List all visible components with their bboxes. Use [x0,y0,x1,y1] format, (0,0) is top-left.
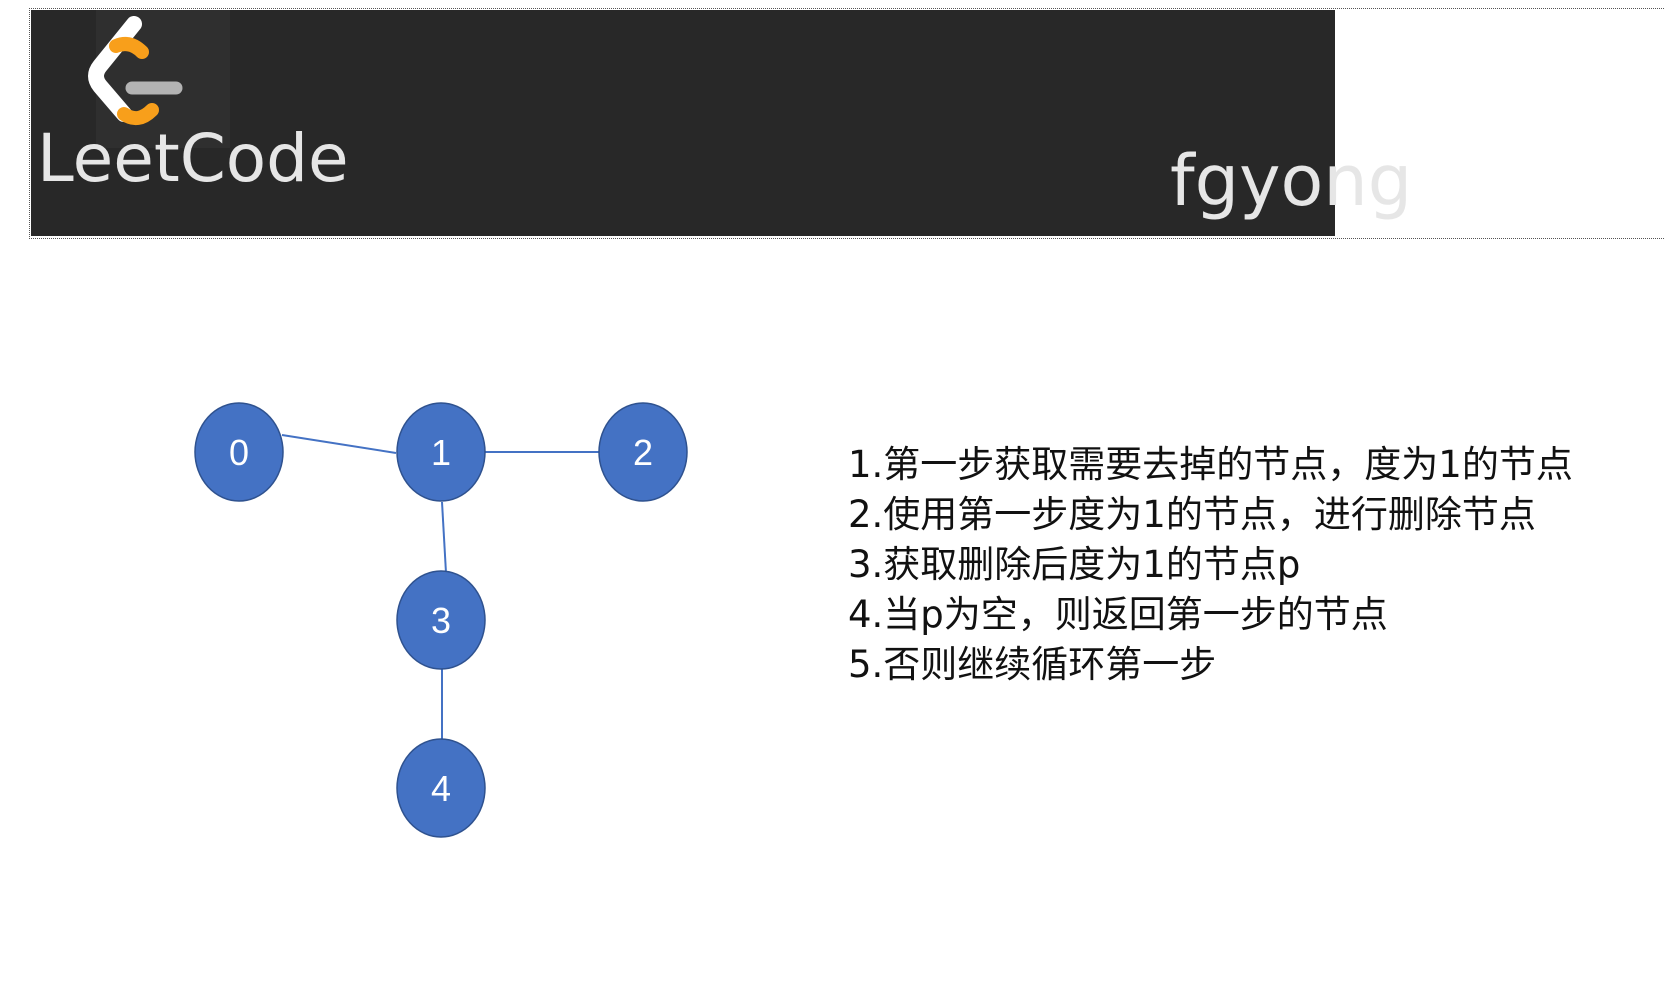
step-item: 5.否则继续循环第一步 [848,643,1217,686]
node-label: 0 [229,432,249,473]
graph-node-0: 0 [194,402,284,502]
step-item: 2.使用第一步度为1的节点，进行删除节点 [848,493,1536,536]
edge-1-3 [441,501,447,574]
node-label: 2 [633,432,653,473]
graph-node-1: 1 [396,402,486,502]
step-item: 3.获取删除后度为1的节点p [848,543,1301,586]
algorithm-steps: 1.第一步获取需要去掉的节点，度为1的节点 2.使用第一步度为1的节点，进行删除… [848,440,1573,690]
graph-node-4: 4 [396,738,486,838]
graph-node-2: 2 [598,402,688,502]
edge-0-1 [281,434,397,454]
node-label: 1 [431,432,451,473]
node-label: 3 [431,600,451,641]
graph-nodes: 0 1 2 3 4 [194,402,688,838]
node-label: 4 [431,768,451,809]
step-item: 1.第一步获取需要去掉的节点，度为1的节点 [848,443,1573,486]
graph-node-3: 3 [396,570,486,670]
step-item: 4.当p为空，则返回第一步的节点 [848,593,1388,636]
